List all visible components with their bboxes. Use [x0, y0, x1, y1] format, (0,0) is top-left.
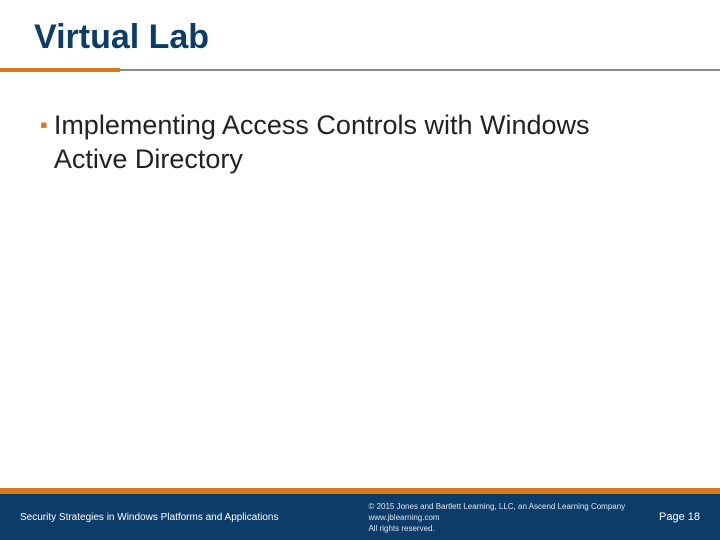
slide-title: Virtual Lab — [34, 18, 720, 57]
bullet-text: Implementing Access Controls with Window… — [54, 108, 594, 176]
title-area: Virtual Lab — [0, 0, 720, 63]
copyright-line: www.jblearning.com — [368, 512, 659, 523]
footer: Security Strategies in Windows Platforms… — [0, 494, 720, 540]
copyright-line: All rights reserved. — [368, 523, 659, 534]
slide: Virtual Lab ▪ Implementing Access Contro… — [0, 0, 720, 540]
copyright-line: © 2015 Jones and Bartlett Learning, LLC,… — [368, 501, 659, 512]
list-item: ▪ Implementing Access Controls with Wind… — [40, 108, 680, 176]
content-area: ▪ Implementing Access Controls with Wind… — [0, 72, 720, 176]
page-number: Page 18 — [659, 511, 720, 523]
footer-course-title: Security Strategies in Windows Platforms… — [0, 512, 278, 523]
footer-copyright: © 2015 Jones and Bartlett Learning, LLC,… — [278, 501, 659, 534]
bullet-icon: ▪ — [40, 108, 48, 142]
